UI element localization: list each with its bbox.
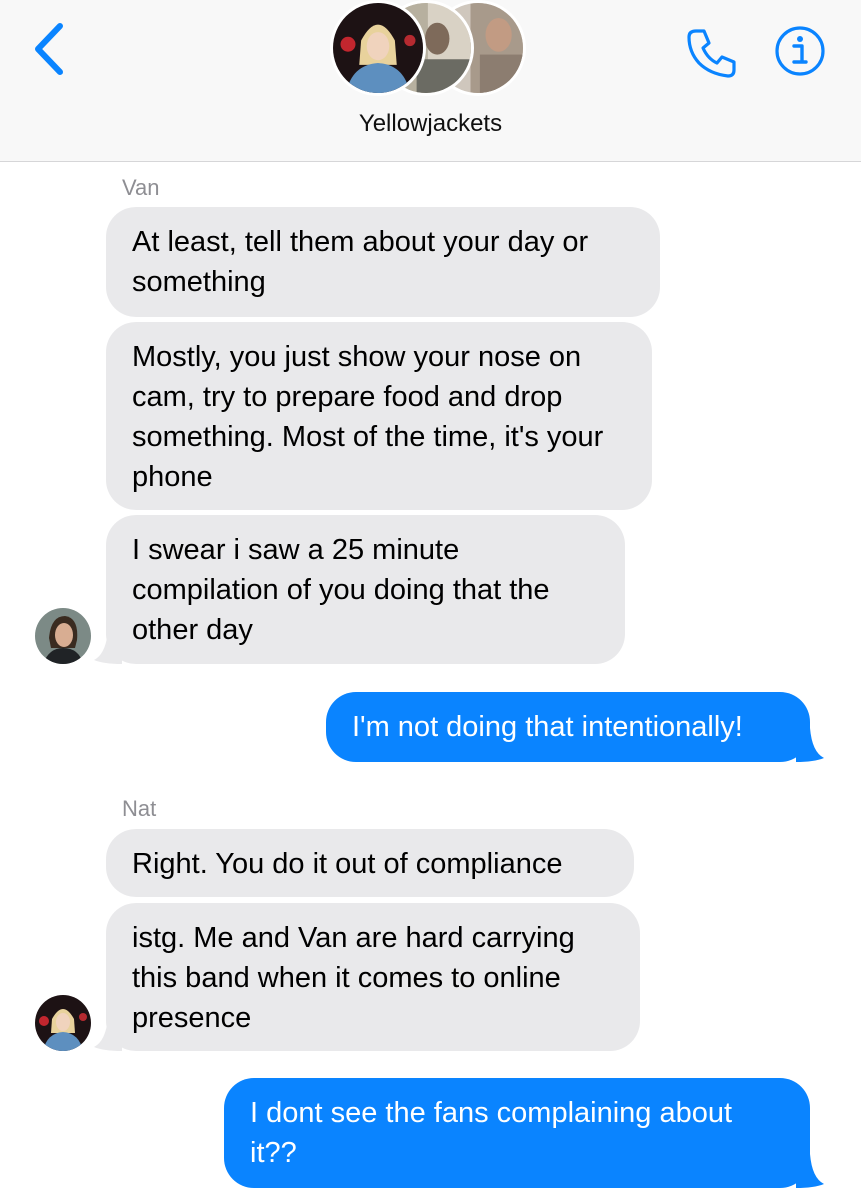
message-bubble-incoming[interactable]: Mostly, you just show your nose on cam, … (106, 322, 652, 510)
message-bubble-incoming[interactable]: Right. You do it out of compliance (106, 829, 634, 897)
sender-avatar[interactable] (35, 995, 91, 1051)
group-name[interactable]: Yellowjackets (0, 110, 861, 138)
call-button[interactable] (684, 26, 738, 80)
bubble-tail (796, 1154, 824, 1188)
back-button[interactable] (30, 22, 70, 76)
phone-icon (687, 29, 736, 78)
message-bubble-incoming[interactable]: I swear i saw a 25 minute compilation of… (106, 515, 625, 664)
bubble-tail (94, 1017, 122, 1051)
chevron-left-icon (35, 23, 63, 75)
info-icon (775, 26, 825, 76)
message-bubble-outgoing[interactable]: I'm not doing that intentionally! (326, 692, 810, 762)
message-bubble-outgoing[interactable]: I dont see the fans complaining about it… (224, 1078, 810, 1188)
bubble-tail (94, 630, 122, 664)
group-avatars[interactable] (330, 0, 530, 98)
group-member-avatar (330, 0, 426, 96)
message-bubble-incoming[interactable]: istg. Me and Van are hard carrying this … (106, 903, 640, 1051)
bubble-tail (796, 728, 824, 762)
sender-name: Nat (122, 796, 157, 821)
chat-header: Yellowjackets (0, 0, 861, 162)
sender-avatar[interactable] (35, 608, 91, 664)
info-button[interactable] (774, 25, 826, 77)
message-bubble-incoming[interactable]: At least, tell them about your day or so… (106, 207, 660, 317)
sender-name: Van (122, 175, 160, 200)
